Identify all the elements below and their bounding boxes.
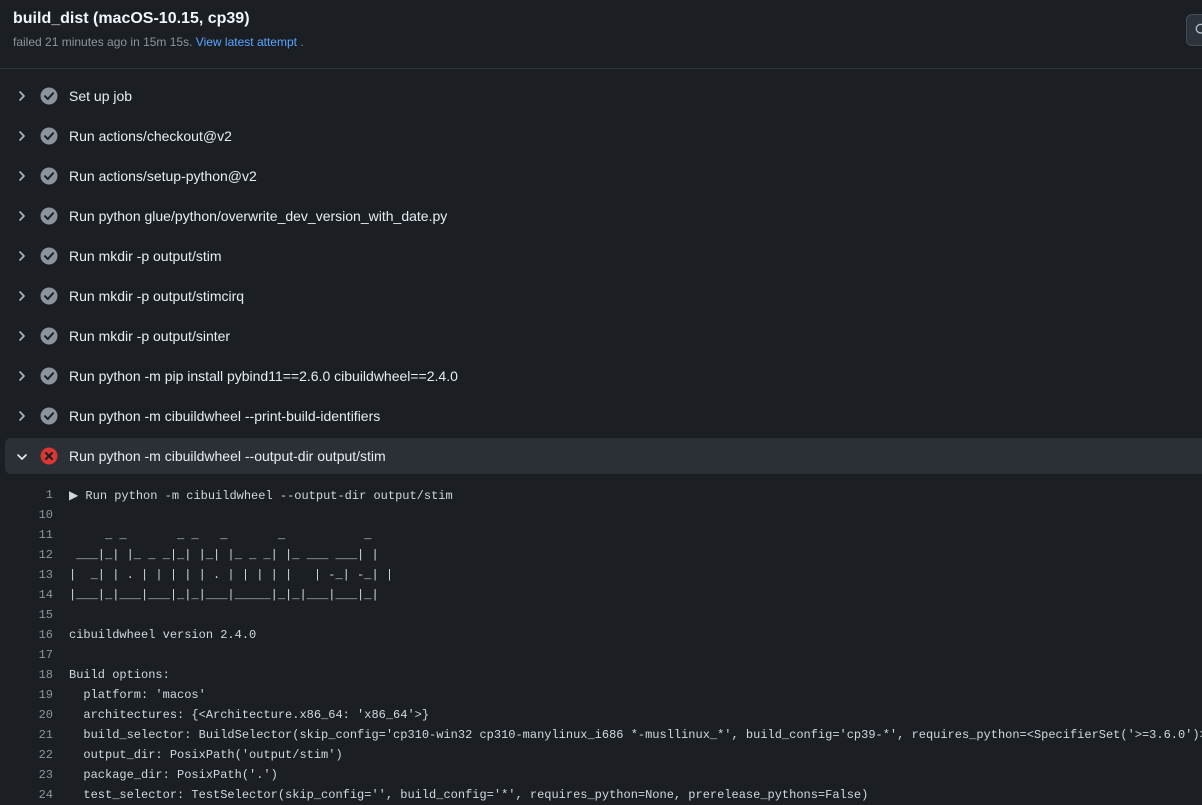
- log-line: 12 ___|_| |_ _ _|_| |_| |_ _ _| |_ ___ _…: [0, 545, 1202, 565]
- log-line-number[interactable]: 17: [0, 648, 53, 662]
- log-line: 13 | _| | . | | | | | . | | | | | | -_| -…: [0, 565, 1202, 585]
- chevron-right-icon[interactable]: [16, 89, 28, 101]
- step-row[interactable]: Set up job: [0, 76, 1202, 116]
- log-line-text: |___|_|___|___|_|_|___|_____|_|_|___|___…: [69, 588, 379, 602]
- step-label: Run python -m pip install pybind11==2.6.…: [69, 368, 458, 384]
- step-row[interactable]: Run python -m cibuildwheel --print-build…: [0, 396, 1202, 436]
- job-header: build_dist (macOS-10.15, cp39) failed 21…: [0, 0, 1202, 69]
- check-circle-icon: [40, 407, 58, 425]
- job-title: build_dist (macOS-10.15, cp39): [13, 10, 250, 27]
- job-steps-list: Set up job Run actions/checkout@v2 Run act…: [0, 76, 1202, 476]
- check-circle-icon: [40, 207, 58, 225]
- chevron-right-icon[interactable]: [16, 409, 28, 421]
- log-line-number[interactable]: 11: [0, 528, 53, 542]
- step-label: Run python -m cibuildwheel --print-build…: [69, 408, 381, 424]
- log-line-text: build_selector: BuildSelector(skip_confi…: [83, 728, 1202, 742]
- log-line-text: architectures: {<Architecture.x86_64: 'x…: [69, 708, 430, 722]
- chevron-right-icon[interactable]: [16, 129, 28, 141]
- chevron-down-icon[interactable]: [16, 450, 28, 462]
- step-label: Run python glue/python/overwrite_dev_ver…: [69, 208, 448, 224]
- log-line-number[interactable]: 18: [0, 668, 53, 682]
- log-line-text[interactable]: ▶ Run python -m cibuildwheel --output-di…: [69, 488, 1202, 503]
- log-line: 17: [0, 645, 1202, 665]
- log-line-number[interactable]: 20: [0, 708, 53, 722]
- chevron-right-icon[interactable]: [16, 209, 28, 221]
- step-label: Run mkdir -p output/stim: [69, 248, 222, 264]
- check-circle-icon: [40, 367, 58, 385]
- job-status-text: failed 21 minutes ago in 15m 15s.: [13, 35, 193, 49]
- job-status-line: failed 21 minutes ago in 15m 15s. View l…: [13, 35, 304, 49]
- log-line-number[interactable]: 14: [0, 588, 53, 602]
- step-label: Run actions/setup-python@v2: [69, 168, 257, 184]
- check-circle-icon: [40, 327, 58, 345]
- step-log-output: 1 ▶ Run python -m cibuildwheel --output-d…: [0, 485, 1202, 805]
- log-line: 20 architectures: {<Architecture.x86_64:…: [0, 705, 1202, 725]
- log-line: 10: [0, 505, 1202, 525]
- log-line-number[interactable]: 21: [0, 728, 53, 742]
- log-line: 11 _ _ _ _ _ _ _: [0, 525, 1202, 545]
- log-line-text: | _| | . | | | | | . | | | | | | -_| -_|…: [69, 568, 394, 582]
- log-line: 21 build_selector: BuildSelector(skip_co…: [0, 725, 1202, 745]
- log-line-number[interactable]: 13: [0, 568, 53, 582]
- step-label: Run mkdir -p output/sinter: [69, 328, 231, 344]
- log-line-number[interactable]: 23: [0, 768, 53, 782]
- log-line-number[interactable]: 15: [0, 608, 53, 622]
- check-circle-icon: [40, 87, 58, 105]
- check-circle-icon: [40, 247, 58, 265]
- log-line: 15: [0, 605, 1202, 625]
- step-label: Run python -m cibuildwheel --output-dir …: [69, 448, 386, 464]
- log-line-text: platform: 'macos': [69, 688, 206, 702]
- log-line-text: Build options:: [69, 668, 170, 682]
- log-line: 24 test_selector: TestSelector(skip_conf…: [0, 785, 1202, 805]
- log-line-number[interactable]: 22: [0, 748, 53, 762]
- job-status-suffix: .: [300, 35, 304, 49]
- log-line: 18 Build options:: [0, 665, 1202, 685]
- log-line-text: _ _ _ _ _ _ _: [69, 528, 372, 542]
- search-logs-button[interactable]: [1186, 14, 1202, 46]
- chevron-right-icon[interactable]: [16, 169, 28, 181]
- log-line-number[interactable]: 24: [0, 788, 53, 802]
- log-line-number[interactable]: 10: [0, 508, 53, 522]
- log-line-text: test_selector: TestSelector(skip_config=…: [69, 788, 869, 802]
- check-circle-icon: [40, 287, 58, 305]
- step-row[interactable]: Run python -m cibuildwheel --output-dir …: [5, 438, 1202, 474]
- step-label: Run actions/checkout@v2: [69, 128, 232, 144]
- step-row[interactable]: Run mkdir -p output/sinter: [0, 316, 1202, 356]
- log-line: 1 ▶ Run python -m cibuildwheel --output-d…: [0, 485, 1202, 505]
- step-row[interactable]: Run mkdir -p output/stimcirq: [0, 276, 1202, 316]
- log-line-text: ___|_| |_ _ _|_| |_| |_ _ _| |_ ___ ___|…: [69, 548, 379, 562]
- view-latest-attempt-link[interactable]: View latest attempt: [196, 35, 297, 49]
- x-circle-icon: [40, 447, 58, 465]
- chevron-right-icon[interactable]: [16, 249, 28, 261]
- chevron-right-icon[interactable]: [16, 369, 28, 381]
- step-row[interactable]: Run python -m pip install pybind11==2.6.…: [0, 356, 1202, 396]
- check-circle-icon: [40, 127, 58, 145]
- log-line-number[interactable]: 12: [0, 548, 53, 562]
- step-row[interactable]: Run actions/checkout@v2: [0, 116, 1202, 156]
- chevron-right-icon[interactable]: [16, 329, 28, 341]
- step-label: Set up job: [69, 88, 133, 104]
- log-line-number[interactable]: 16: [0, 628, 53, 642]
- log-line-text: output_dir: PosixPath('output/stim'): [69, 748, 343, 762]
- search-icon: [1195, 23, 1202, 34]
- log-line: 14 |___|_|___|___|_|_|___|_____|_|_|___|_…: [0, 585, 1202, 605]
- log-line-text: package_dir: PosixPath('.'): [69, 768, 278, 782]
- chevron-right-icon[interactable]: [16, 289, 28, 301]
- log-line: 19 platform: 'macos': [0, 685, 1202, 705]
- step-row[interactable]: Run actions/setup-python@v2: [0, 156, 1202, 196]
- log-line-number[interactable]: 19: [0, 688, 53, 702]
- step-row[interactable]: Run python glue/python/overwrite_dev_ver…: [0, 196, 1202, 236]
- step-label: Run mkdir -p output/stimcirq: [69, 288, 245, 304]
- log-line-text: cibuildwheel version 2.4.0: [69, 628, 257, 642]
- log-line-number[interactable]: 1: [0, 488, 53, 502]
- check-circle-icon: [40, 167, 58, 185]
- log-line: 22 output_dir: PosixPath('output/stim'): [0, 745, 1202, 765]
- log-line: 16 cibuildwheel version 2.4.0: [0, 625, 1202, 645]
- log-line: 23 package_dir: PosixPath('.'): [0, 765, 1202, 785]
- step-row[interactable]: Run mkdir -p output/stim: [0, 236, 1202, 276]
